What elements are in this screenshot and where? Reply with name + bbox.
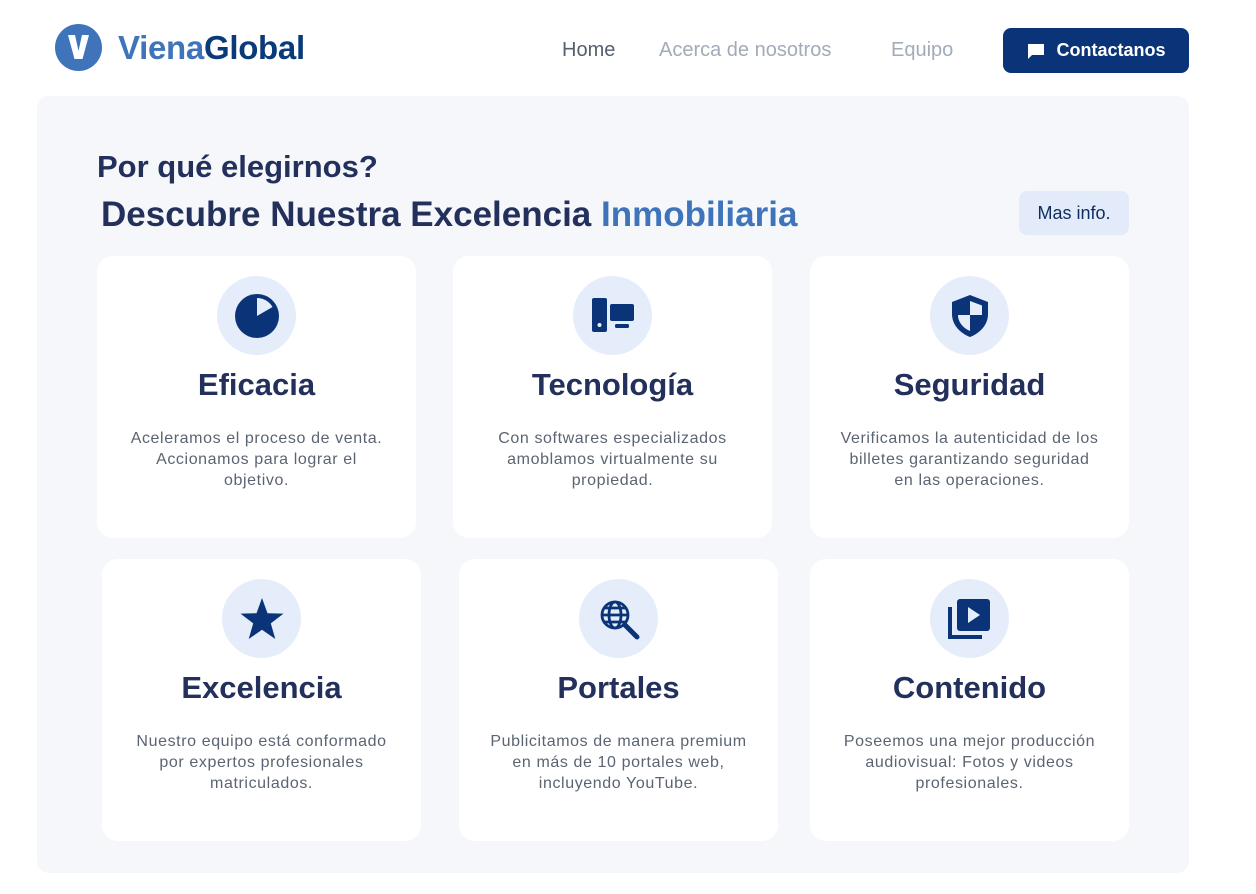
pie-chart-icon <box>234 293 279 338</box>
feature-card-portales: Portales Publicitamos de manera premium … <box>459 559 778 841</box>
card-description: Verificamos la autenticidad de los bille… <box>840 430 1099 489</box>
feature-card-seguridad: Seguridad Verificamos la autenticidad de… <box>810 256 1129 538</box>
video-library-icon <box>947 598 990 639</box>
headline-main: Descubre Nuestra Excelencia <box>101 195 592 234</box>
card-title: Excelencia <box>181 670 342 705</box>
nav-team-link[interactable]: Equipo <box>891 36 953 64</box>
star-icon <box>240 597 283 639</box>
icon-circle <box>222 579 301 658</box>
icon-circle <box>573 276 652 355</box>
card-title: Contenido <box>892 670 1047 705</box>
icon-circle <box>930 276 1009 355</box>
card-description: Aceleramos el proceso de venta. Accionam… <box>130 430 383 489</box>
card-description: Poseemos una mejor producción audiovisua… <box>843 733 1096 792</box>
chat-icon <box>1028 43 1045 59</box>
section-eyebrow: Por qué elegirnos? <box>97 149 378 184</box>
card-title: Tecnología <box>531 367 694 402</box>
feature-card-contenido: Contenido Poseemos una mejor producción … <box>810 559 1129 841</box>
headline-accent: Inmobiliaria <box>601 195 798 234</box>
card-description: Con softwares especializados amoblamos v… <box>498 430 727 489</box>
brand-logo[interactable]: VienaGlobal <box>55 24 305 71</box>
card-description: Publicitamos de manera premium en más de… <box>490 733 747 792</box>
shield-icon <box>951 294 988 337</box>
card-title: Seguridad <box>893 367 1046 402</box>
feature-card-excelencia: Excelencia Nuestro equipo está conformad… <box>102 559 421 841</box>
nav-home-link[interactable]: Home <box>562 36 615 64</box>
more-info-button[interactable]: Mas info. <box>1019 191 1129 235</box>
devices-icon <box>591 297 634 332</box>
globe-search-icon <box>600 600 639 639</box>
contact-button-label: Contactanos <box>1056 40 1166 60</box>
brand-name: VienaGlobal <box>118 29 305 66</box>
feature-card-eficacia: Eficacia Aceleramos el proceso de venta.… <box>97 256 416 538</box>
contact-button[interactable]: Contactanos <box>1003 28 1189 73</box>
nav-about-link[interactable]: Acerca de nosotros <box>659 36 831 64</box>
feature-card-tecnologia: Tecnología Con softwares especializados … <box>453 256 772 538</box>
icon-circle <box>579 579 658 658</box>
icon-circle <box>930 579 1009 658</box>
card-title: Portales <box>557 670 680 705</box>
section-headline: Descubre Nuestra Excelencia Inmobiliaria <box>101 194 797 236</box>
card-description: Nuestro equipo está conformado por exper… <box>136 733 387 792</box>
icon-circle <box>217 276 296 355</box>
card-title: Eficacia <box>197 367 316 402</box>
logo-v-icon <box>55 24 102 71</box>
